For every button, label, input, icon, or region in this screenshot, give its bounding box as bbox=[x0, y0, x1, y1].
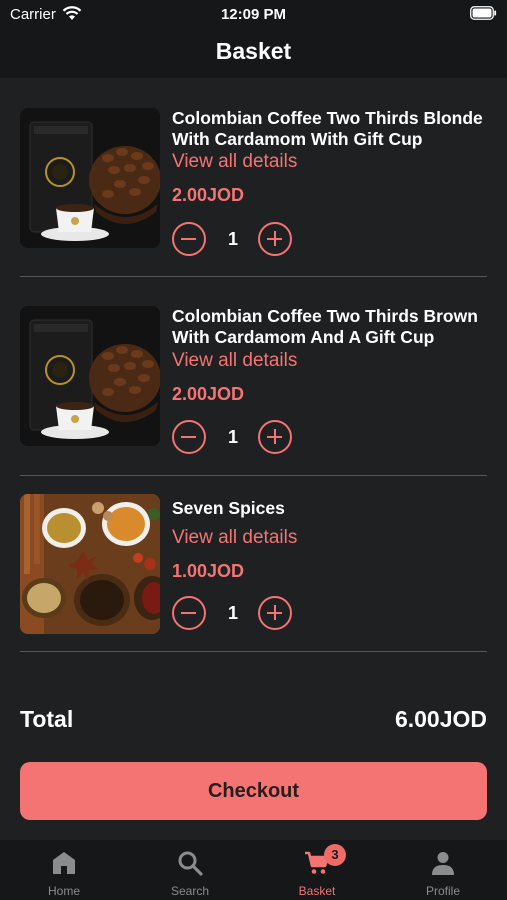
decrease-quantity-button[interactable] bbox=[172, 596, 206, 630]
home-icon bbox=[53, 852, 75, 874]
tab-label: Search bbox=[170, 884, 210, 898]
view-details-link[interactable]: View all details bbox=[172, 350, 297, 372]
quantity-value: 1 bbox=[227, 603, 238, 623]
increase-quantity-button[interactable] bbox=[258, 420, 292, 454]
increase-quantity-button[interactable] bbox=[258, 596, 292, 630]
view-details-link[interactable]: View all details bbox=[172, 151, 297, 173]
product-price: 2.00JOD bbox=[172, 384, 245, 404]
decrease-quantity-button[interactable] bbox=[172, 420, 206, 454]
quantity-stepper: 1 bbox=[172, 420, 302, 456]
search-icon bbox=[178, 851, 203, 876]
product-title: Seven Spices bbox=[172, 498, 285, 518]
quantity-value: 1 bbox=[227, 427, 238, 447]
basket-item: Colombian Coffee Two Thirds Blonde With … bbox=[20, 108, 487, 268]
tab-home[interactable]: Home bbox=[1, 840, 127, 900]
tab-search[interactable]: Search bbox=[127, 840, 253, 900]
tab-label: Profile bbox=[425, 884, 460, 898]
battery-icon bbox=[470, 6, 497, 20]
cart-count-badge: 3 bbox=[324, 844, 346, 866]
page-title: Basket bbox=[215, 38, 292, 64]
item-divider bbox=[20, 651, 487, 652]
tab-basket[interactable]: 3 Basket bbox=[254, 840, 380, 900]
product-image[interactable] bbox=[20, 306, 160, 446]
basket-item: Seven Spices View all details 1.00JOD 1 bbox=[20, 494, 487, 644]
product-title: Colombian Coffee Two Thirds Brown With C… bbox=[172, 306, 478, 347]
product-image[interactable] bbox=[20, 494, 160, 634]
tab-label: Basket bbox=[298, 884, 336, 898]
quantity-value: 1 bbox=[227, 229, 238, 249]
product-title: Colombian Coffee Two Thirds Blonde With … bbox=[172, 108, 483, 149]
tab-bar: Home Search 3 Basket Profile bbox=[0, 840, 507, 900]
status-bar: Carrier 12:09 PM bbox=[0, 0, 507, 28]
view-details-link[interactable]: View all details bbox=[172, 527, 297, 549]
nav-bar: Basket bbox=[0, 28, 507, 78]
tab-profile[interactable]: Profile bbox=[380, 840, 506, 900]
item-divider bbox=[20, 276, 487, 277]
quantity-stepper: 1 bbox=[172, 596, 302, 632]
quantity-stepper: 1 bbox=[172, 222, 302, 258]
product-image[interactable] bbox=[20, 108, 160, 248]
item-divider bbox=[20, 475, 487, 476]
profile-icon bbox=[432, 852, 454, 875]
decrease-quantity-button[interactable] bbox=[172, 222, 206, 256]
tab-label: Home bbox=[47, 884, 80, 898]
product-price: 2.00JOD bbox=[172, 185, 245, 205]
basket-item: Colombian Coffee Two Thirds Brown With C… bbox=[20, 306, 487, 466]
product-price: 1.00JOD bbox=[172, 561, 245, 581]
checkout-button[interactable]: Checkout bbox=[20, 762, 487, 820]
increase-quantity-button[interactable] bbox=[258, 222, 292, 256]
total-label: Total bbox=[20, 706, 74, 732]
status-time: 12:09 PM bbox=[220, 6, 287, 23]
total-value: 6.00JOD bbox=[394, 706, 487, 732]
